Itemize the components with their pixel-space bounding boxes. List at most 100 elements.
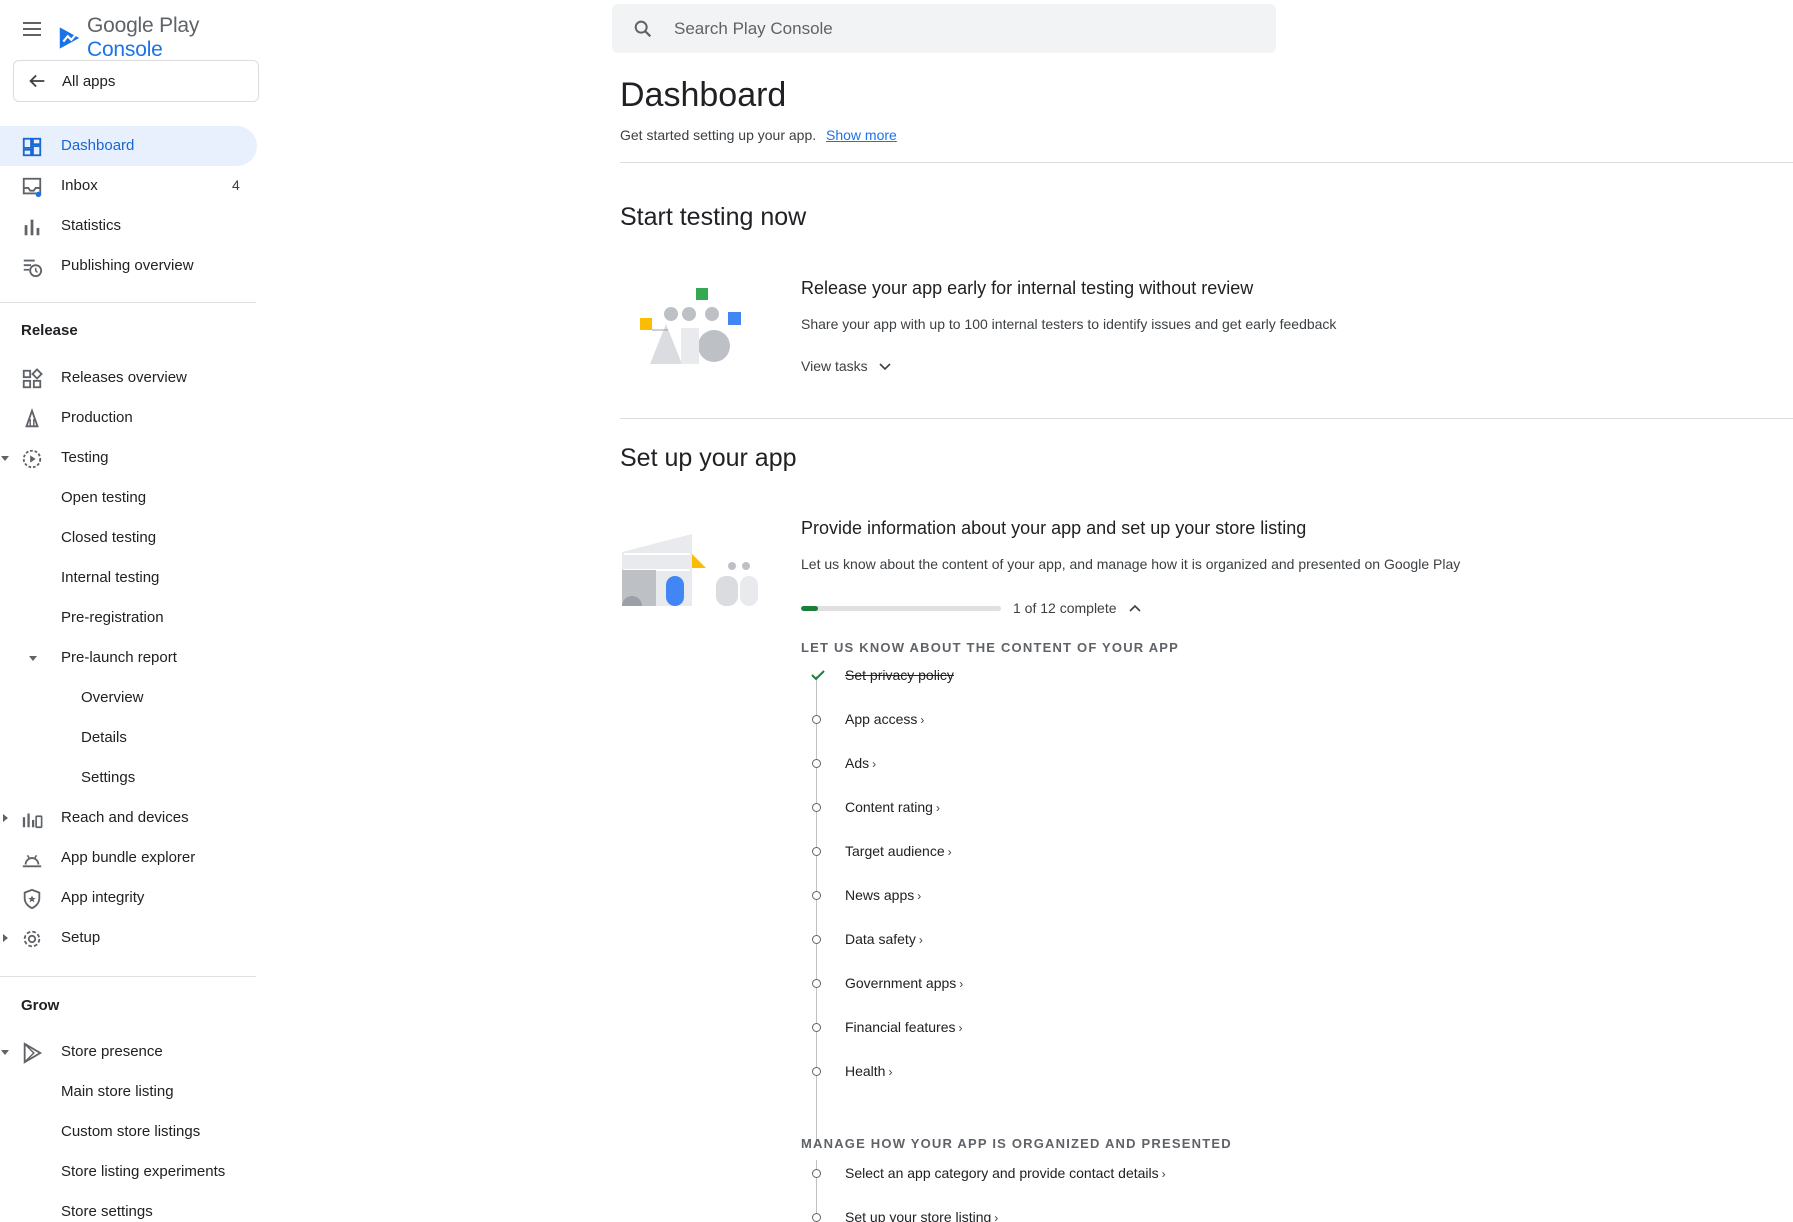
sidebar-item-dashboard[interactable]: Dashboard	[0, 126, 257, 166]
task-link[interactable]: App access ›	[845, 711, 924, 727]
inbox-icon	[22, 177, 42, 198]
task-link[interactable]: Ads ›	[845, 755, 876, 771]
content-group-label: LET US KNOW ABOUT THE CONTENT OF YOUR AP…	[801, 640, 1180, 655]
task-item[interactable]: Ads ›	[801, 753, 1401, 777]
task-item[interactable]: Health ›	[801, 1061, 1401, 1085]
caret-down-icon[interactable]	[0, 1046, 10, 1058]
task-label: Set up your store listing	[845, 1209, 992, 1222]
sidebar-item-label: Details	[81, 729, 127, 746]
task-link[interactable]: Target audience ›	[845, 843, 952, 859]
sidebar-item-closed-testing[interactable]: Closed testing	[0, 518, 258, 558]
sidebar-item-label: Reach and devices	[61, 809, 189, 826]
all-apps-label: All apps	[62, 73, 116, 90]
all-apps-button[interactable]: All apps	[13, 60, 259, 102]
task-link[interactable]: Financial features ›	[845, 1019, 963, 1035]
task-item[interactable]: News apps ›	[801, 885, 1401, 909]
sidebar-item-custom-store-listings[interactable]: Custom store listings	[0, 1112, 258, 1152]
sidebar-item-internal-testing[interactable]: Internal testing	[0, 558, 258, 598]
sidebar-item-label: Main store listing	[61, 1083, 174, 1100]
task-link[interactable]: Government apps ›	[845, 975, 963, 991]
sidebar-item-testing[interactable]: Testing	[0, 438, 258, 478]
reach-devices-icon	[22, 813, 43, 829]
task-link[interactable]: Set up your store listing ›	[845, 1209, 998, 1222]
caret-right-icon[interactable]	[0, 812, 10, 824]
task-label: Set privacy policy	[845, 667, 954, 683]
sidebar-item-settings[interactable]: Settings	[0, 758, 258, 798]
back-arrow-icon	[29, 74, 45, 88]
view-tasks-button[interactable]: View tasks	[801, 358, 892, 374]
sidebar-item-open-testing[interactable]: Open testing	[0, 478, 258, 518]
google-play-console-logo[interactable]: Google Play Console	[58, 14, 258, 62]
task-link[interactable]: Select an app category and provide conta…	[845, 1165, 1166, 1181]
sidebar-item-reach-and-devices[interactable]: Reach and devices	[0, 798, 258, 838]
status-dot-icon	[812, 759, 821, 768]
sidebar-item-label: Closed testing	[61, 529, 157, 546]
grow-section-label: Grow	[21, 997, 60, 1014]
search-input[interactable]: Search Play Console	[674, 19, 833, 39]
sidebar-item-releases-overview[interactable]: Releases overview	[0, 358, 258, 398]
play-console-logo-icon	[59, 27, 80, 49]
caret-right-icon[interactable]	[0, 932, 10, 944]
chevron-right-icon: ›	[959, 977, 964, 991]
sidebar-item-publishing-overview[interactable]: Publishing overview	[0, 246, 258, 286]
status-dot-icon	[812, 1023, 821, 1032]
sidebar-item-production[interactable]: Production	[0, 398, 258, 438]
chevron-right-icon: ›	[917, 889, 922, 903]
sidebar-item-details[interactable]: Details	[0, 718, 258, 758]
sidebar-item-label: Statistics	[61, 217, 122, 234]
sidebar-item-app-integrity[interactable]: App integrity	[0, 878, 258, 918]
chevron-right-icon: ›	[1161, 1167, 1166, 1181]
task-link[interactable]: News apps ›	[845, 887, 921, 903]
sidebar-item-setup[interactable]: Setup	[0, 918, 258, 958]
task-item[interactable]: Financial features ›	[801, 1017, 1401, 1041]
task-item[interactable]: Set up your store listing ›	[801, 1207, 1401, 1222]
task-item[interactable]: Data safety ›	[801, 929, 1401, 953]
sidebar-item-store-settings[interactable]: Store settings	[0, 1192, 258, 1222]
caret-down-icon[interactable]	[28, 652, 38, 664]
bar-chart-icon	[24, 219, 40, 236]
status-dot-icon	[812, 891, 821, 900]
chevron-right-icon: ›	[918, 933, 923, 947]
production-icon	[25, 408, 39, 428]
sidebar-item-main-store-listing[interactable]: Main store listing	[0, 1072, 258, 1112]
page-title: Dashboard	[620, 76, 787, 114]
sidebar-item-app-bundle-explorer[interactable]: App bundle explorer	[0, 838, 258, 878]
section-divider	[620, 418, 1793, 419]
task-link[interactable]: Data safety ›	[845, 931, 923, 947]
sidebar-item-pre-launch-report[interactable]: Pre-launch report	[0, 638, 258, 678]
organize-group-label: MANAGE HOW YOUR APP IS ORGANIZED AND PRE…	[801, 1136, 1232, 1151]
sidebar-item-store-presence[interactable]: Store presence	[0, 1032, 258, 1072]
task-item[interactable]: Government apps ›	[801, 973, 1401, 997]
menu-icon[interactable]	[20, 17, 44, 41]
check-icon	[811, 670, 825, 681]
status-dot-icon	[812, 847, 821, 856]
sidebar-item-inbox[interactable]: Inbox 4	[0, 166, 258, 206]
task-label: App access	[845, 711, 918, 727]
task-link[interactable]: Content rating ›	[845, 799, 940, 815]
testing-illustration	[640, 288, 741, 364]
search-bar[interactable]: Search Play Console	[612, 4, 1276, 53]
sidebar-item-statistics[interactable]: Statistics	[0, 206, 258, 246]
task-item[interactable]: Select an app category and provide conta…	[801, 1163, 1401, 1187]
chevron-right-icon: ›	[888, 1065, 893, 1079]
progress-toggle[interactable]: 1 of 12 complete	[1013, 600, 1142, 616]
releases-overview-icon	[22, 368, 43, 389]
sidebar-divider	[0, 302, 256, 303]
task-item[interactable]: Content rating ›	[801, 797, 1401, 821]
task-link[interactable]: Health ›	[845, 1063, 892, 1079]
sidebar-item-overview[interactable]: Overview	[0, 678, 258, 718]
task-item[interactable]: App access ›	[801, 709, 1401, 733]
subtitle-text: Get started setting up your app.	[620, 127, 817, 143]
caret-down-icon[interactable]	[0, 452, 10, 464]
chevron-down-icon	[879, 363, 891, 371]
sidebar-item-store-listing-experiments[interactable]: Store listing experiments	[0, 1152, 258, 1192]
task-item[interactable]: Target audience ›	[801, 841, 1401, 865]
progress-fill	[801, 606, 818, 611]
publishing-overview-icon	[23, 259, 43, 278]
status-dot-icon	[812, 1213, 821, 1222]
show-more-link[interactable]: Show more	[826, 127, 897, 143]
sidebar-item-pre-registration[interactable]: Pre-registration	[0, 598, 258, 638]
setup-section-heading: Set up your app	[620, 444, 797, 472]
progress-track	[801, 606, 1001, 611]
task-item: Set privacy policy	[801, 665, 1401, 689]
